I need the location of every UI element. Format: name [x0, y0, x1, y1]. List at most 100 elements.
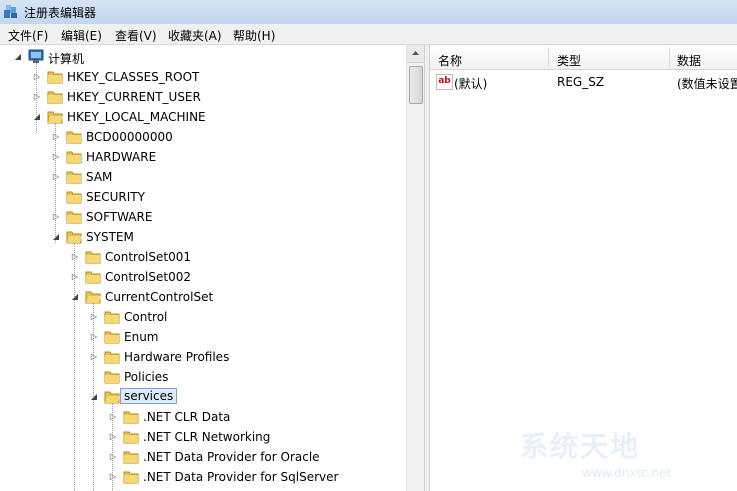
tree-node-services[interactable]: ◢ services — [0, 387, 300, 407]
folder-icon — [104, 311, 120, 324]
folder-icon — [66, 151, 82, 164]
tree-node-security[interactable]: SECURITY — [0, 187, 300, 207]
tree-node-hardware[interactable]: ▷ HARDWARE — [0, 147, 300, 167]
collapse-arrow-icon[interactable]: ◢ — [33, 113, 41, 121]
collapse-arrow-icon[interactable]: ◢ — [14, 53, 22, 61]
expand-arrow-icon[interactable]: ▷ — [52, 173, 60, 181]
tree-node-sam[interactable]: ▷ SAM — [0, 167, 300, 187]
tree-label: Policies — [124, 370, 169, 384]
scroll-thumb[interactable] — [409, 66, 423, 104]
tree-label: CurrentControlSet — [105, 290, 214, 304]
folder-open-icon — [66, 231, 82, 244]
collapse-arrow-icon[interactable]: ◢ — [90, 393, 98, 401]
expand-arrow-icon[interactable]: ▷ — [90, 353, 98, 361]
menu-edit[interactable]: 编辑(E) — [61, 27, 102, 44]
tree-label: Hardware Profiles — [124, 350, 230, 364]
tree-node-hkcu[interactable]: ▷ HKEY_CURRENT_USER — [0, 87, 300, 107]
expand-arrow-icon[interactable]: ▷ — [109, 413, 117, 421]
folder-icon — [85, 251, 101, 264]
tree-label: .NET CLR Data — [143, 410, 231, 424]
list-row[interactable]: ab (默认) REG_SZ (数值未设置 — [430, 73, 737, 91]
folder-icon — [123, 451, 139, 464]
menu-view[interactable]: 查看(V) — [115, 27, 157, 44]
folder-open-icon — [85, 291, 101, 304]
expand-arrow-icon[interactable]: ▷ — [71, 273, 79, 281]
tree-node-bcd[interactable]: ▷ BCD00000000 — [0, 127, 300, 147]
tree-label: HKEY_LOCAL_MACHINE — [67, 110, 206, 124]
tree-node-computer[interactable]: ◢ 计算机 — [0, 47, 300, 67]
tree-node-software[interactable]: ▷ SOFTWARE — [0, 207, 300, 227]
watermark-url: www.dnxtc.net — [582, 466, 672, 480]
expand-arrow-icon[interactable]: ▷ — [90, 333, 98, 341]
string-value-icon: ab — [436, 74, 453, 90]
tree-node-partial[interactable] — [0, 487, 300, 491]
tree-label: BCD00000000 — [86, 130, 173, 144]
folder-icon — [123, 411, 139, 424]
computer-icon — [28, 49, 44, 63]
menu-help[interactable]: 帮助(H) — [233, 27, 275, 44]
tree-scrollbar[interactable] — [406, 45, 424, 491]
tree-node-system[interactable]: ◢ SYSTEM — [0, 227, 300, 247]
folder-icon — [104, 331, 120, 344]
expand-arrow-icon[interactable]: ▷ — [109, 473, 117, 481]
tree-node-currentcontrolset[interactable]: ◢ CurrentControlSet — [0, 287, 300, 307]
folder-icon — [66, 131, 82, 144]
tree-node-enum[interactable]: ▷ Enum — [0, 327, 300, 347]
expand-arrow-icon[interactable]: ▷ — [52, 213, 60, 221]
folder-icon — [123, 471, 139, 484]
tree-node-policies[interactable]: Policies — [0, 367, 300, 387]
column-divider[interactable] — [669, 47, 670, 67]
expand-arrow-icon[interactable]: ▷ — [52, 133, 60, 141]
menu-favorites[interactable]: 收藏夹(A) — [168, 27, 222, 44]
menu-file[interactable]: 文件(F) — [8, 27, 48, 44]
expand-arrow-icon[interactable]: ▷ — [90, 313, 98, 321]
folder-icon — [85, 271, 101, 284]
tree-label: 计算机 — [48, 52, 85, 66]
registry-tree[interactable]: ◢ 计算机 ▷ HKEY_CLASSES_ROOT ▷ HKEY_CURRENT… — [0, 45, 406, 491]
window-title: 注册表编辑器 — [24, 6, 97, 20]
tree-node-net-oracle[interactable]: ▷ .NET Data Provider for Oracle — [0, 447, 320, 467]
expand-arrow-icon[interactable]: ▷ — [109, 433, 117, 441]
column-divider[interactable] — [548, 47, 549, 67]
folder-icon — [47, 71, 63, 84]
tree-node-hardware-profiles[interactable]: ▷ Hardware Profiles — [0, 347, 300, 367]
values-list[interactable]: 名称 类型 数据 ab (默认) REG_SZ (数值未设置 系统天地 www.… — [430, 45, 737, 491]
tree-label: SAM — [86, 170, 113, 184]
arrow-up-icon — [412, 51, 419, 55]
tree-node-net-clr-data[interactable]: ▷ .NET CLR Data — [0, 407, 300, 427]
tree-node-controlset002[interactable]: ▷ ControlSet002 — [0, 267, 300, 287]
expand-arrow-icon[interactable]: ▷ — [33, 93, 41, 101]
column-header-data[interactable]: 数据 — [677, 52, 701, 69]
tree-node-controlset001[interactable]: ▷ ControlSet001 — [0, 247, 300, 267]
folder-icon — [66, 191, 82, 204]
tree-node-hkcr[interactable]: ▷ HKEY_CLASSES_ROOT — [0, 67, 300, 87]
regedit-app-icon — [4, 5, 17, 18]
folder-open-icon — [47, 111, 63, 124]
tree-label: ControlSet001 — [105, 250, 191, 264]
tree-node-control[interactable]: ▷ Control — [0, 307, 300, 327]
tree-label-selected: services — [120, 388, 178, 404]
folder-open-icon — [104, 391, 120, 404]
folder-icon — [66, 171, 82, 184]
folder-icon — [104, 371, 120, 384]
value-type: REG_SZ — [557, 75, 605, 89]
folder-icon — [123, 431, 139, 444]
folder-icon — [104, 351, 120, 364]
tree-node-hklm[interactable]: ◢ HKEY_LOCAL_MACHINE — [0, 107, 300, 127]
tree-label: .NET Data Provider for SqlServer — [143, 470, 339, 484]
expand-arrow-icon[interactable]: ▷ — [52, 153, 60, 161]
tree-node-net-sqlserver[interactable]: ▷ .NET Data Provider for SqlServer — [0, 467, 339, 487]
expand-arrow-icon[interactable]: ▷ — [109, 453, 117, 461]
expand-arrow-icon[interactable]: ▷ — [33, 73, 41, 81]
column-header-type[interactable]: 类型 — [557, 52, 581, 69]
tree-label: SECURITY — [86, 190, 145, 204]
expand-arrow-icon[interactable]: ▷ — [71, 253, 79, 261]
watermark-logo: 系统天地 — [520, 430, 641, 463]
collapse-arrow-icon[interactable]: ◢ — [71, 293, 79, 301]
scroll-up-button[interactable] — [407, 45, 424, 63]
column-header-name[interactable]: 名称 — [438, 52, 462, 69]
collapse-arrow-icon[interactable]: ◢ — [52, 233, 60, 241]
tree-label: .NET CLR Networking — [143, 430, 271, 444]
list-header: 名称 类型 数据 — [430, 45, 737, 70]
tree-node-net-clr-networking[interactable]: ▷ .NET CLR Networking — [0, 427, 300, 447]
